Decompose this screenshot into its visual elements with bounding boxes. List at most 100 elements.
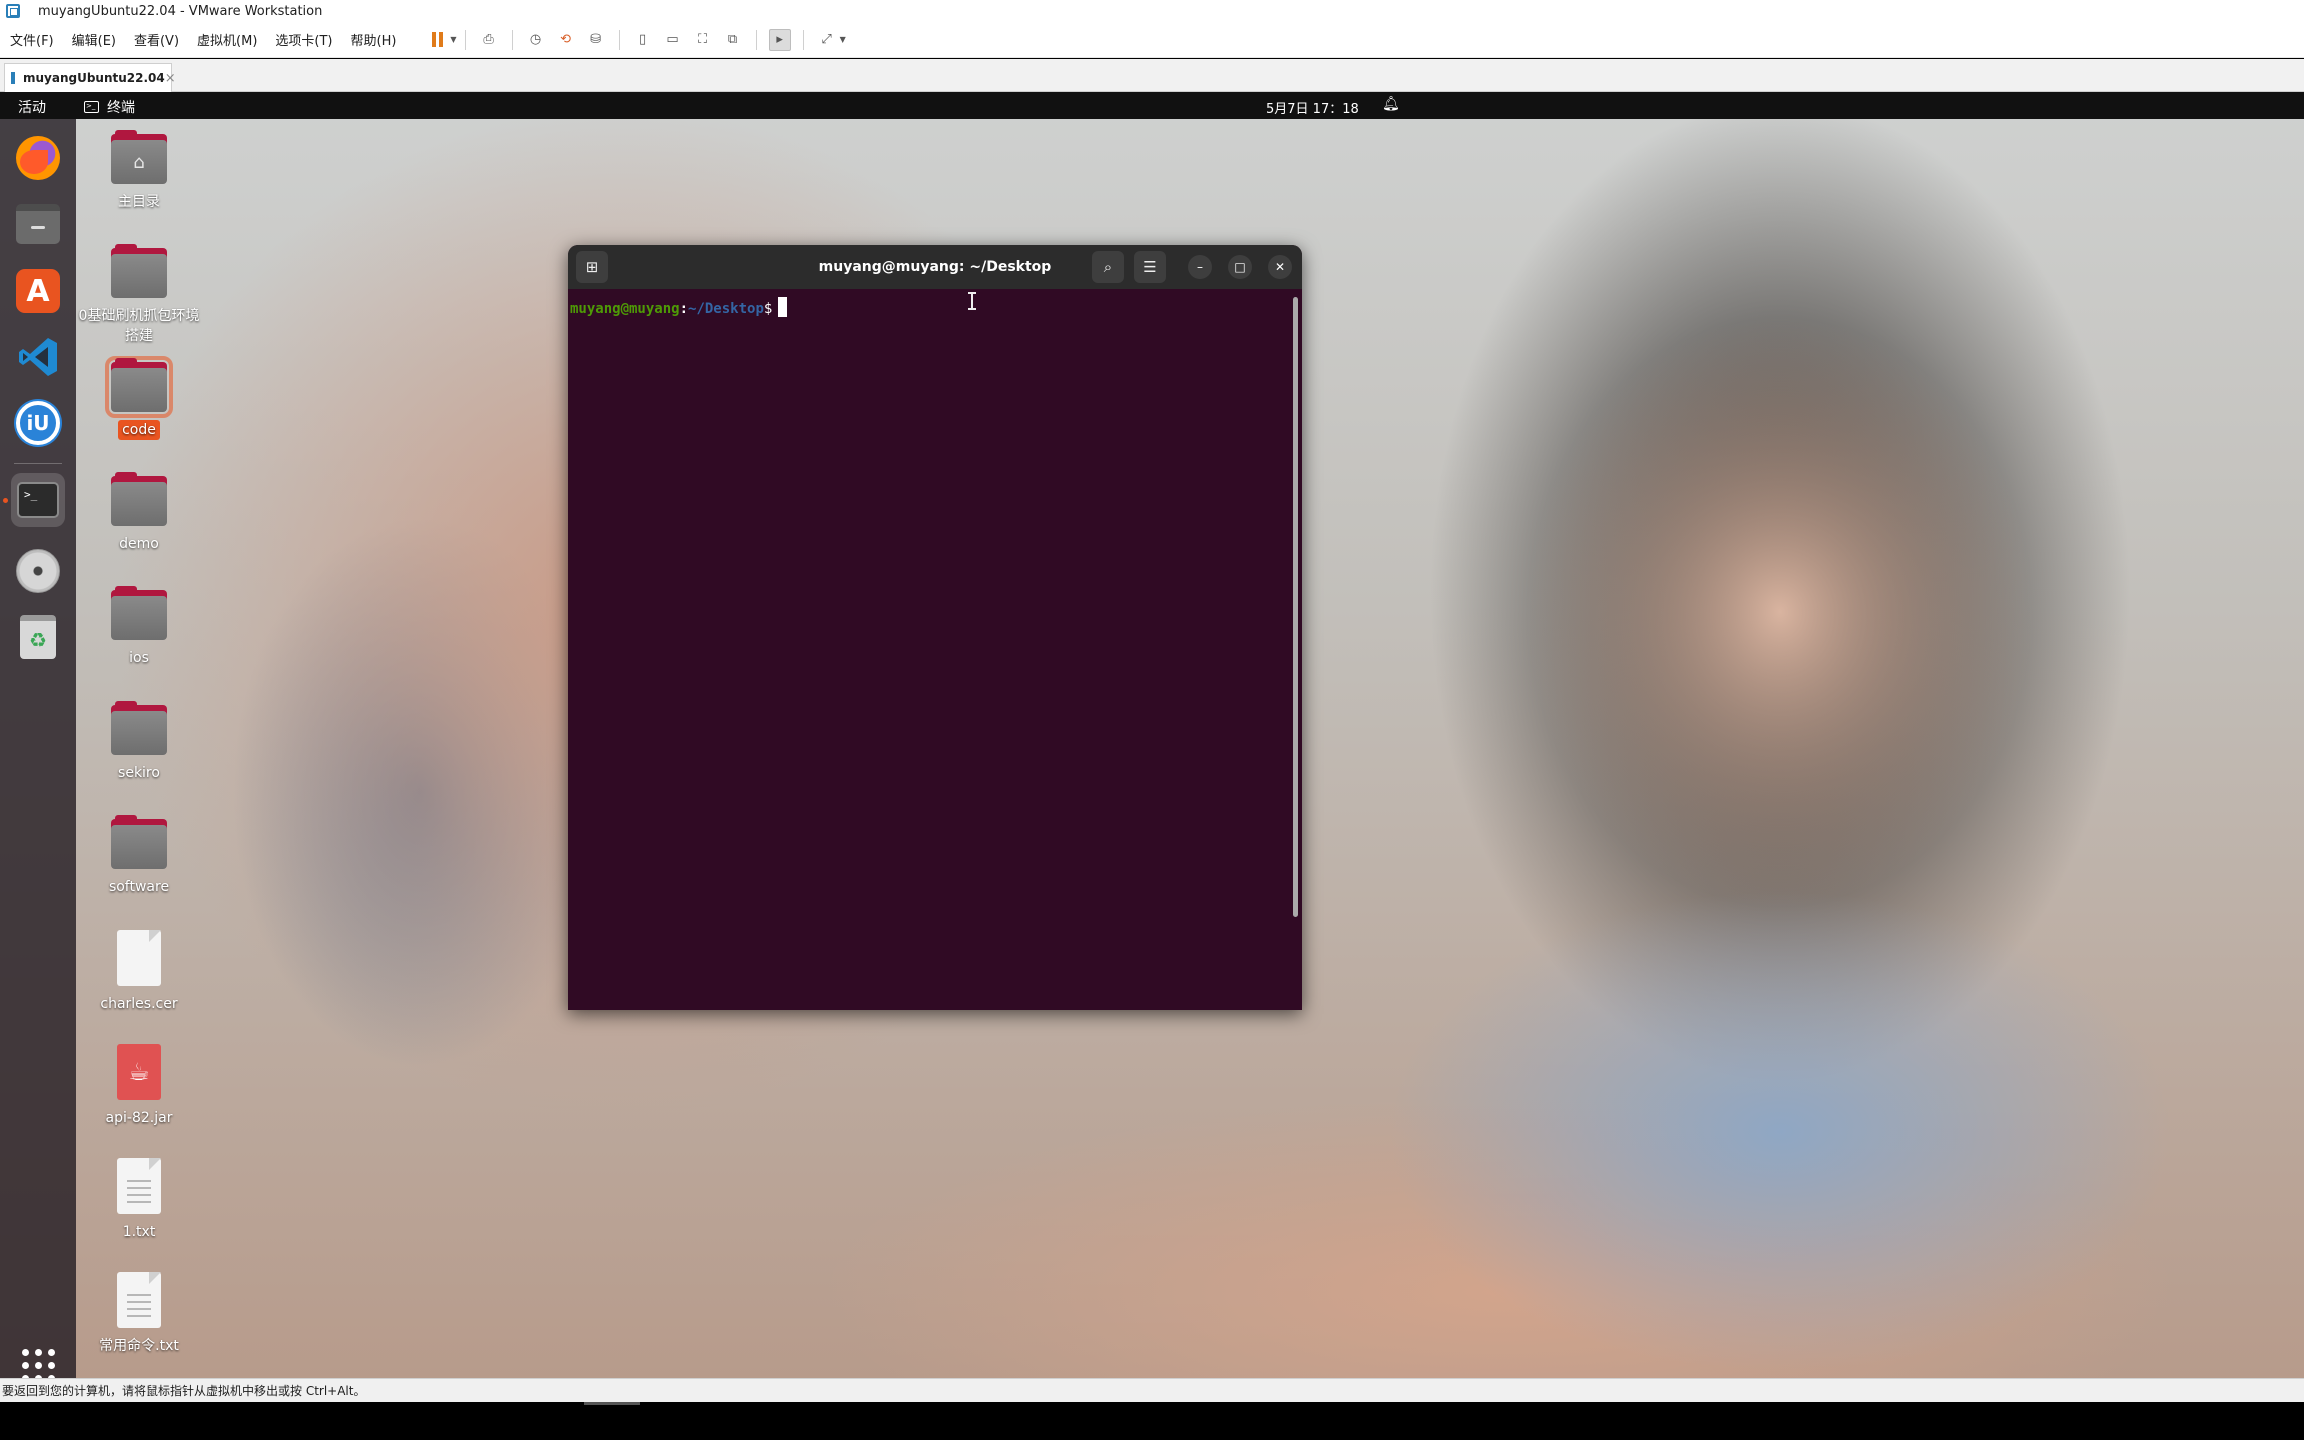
- text-cursor: [778, 297, 788, 317]
- vmware-menubar: 文件(F) 编辑(E) 查看(V) 虚拟机(M) 选项卡(T) 帮助(H) ▼ …: [0, 22, 2304, 58]
- desktop-icon-sekiro[interactable]: sekiro: [89, 701, 189, 783]
- desktop-icon-label: 0基础刷机抓包环境搭建: [78, 308, 200, 344]
- folder-icon: [111, 701, 167, 755]
- vmware-statusbar: 要返回到您的计算机，请将鼠标指针从虚拟机中移出或按 Ctrl+Alt。: [0, 1378, 2304, 1402]
- menu-file[interactable]: 文件(F): [10, 30, 54, 49]
- unity-icon[interactable]: ⧉: [722, 29, 744, 51]
- notification-bell-icon[interactable]: 🔔︎: [1382, 96, 1400, 112]
- terminal-content[interactable]: muyang@muyang:~/Desktop$: [568, 289, 1302, 1010]
- folder-icon: [111, 586, 167, 640]
- desktop-icon-demo[interactable]: demo: [89, 472, 189, 554]
- close-icon[interactable]: ✕: [1268, 255, 1292, 279]
- fullscreen-icon[interactable]: ⛶: [692, 29, 714, 51]
- desktop-icon-folder[interactable]: 0基础刷机抓包环境搭建: [79, 244, 199, 346]
- terminal-icon: >_: [84, 101, 99, 113]
- clock[interactable]: 5月7日 17：18: [1266, 98, 1359, 117]
- desktop-icon-label: ios: [129, 650, 149, 666]
- new-tab-icon[interactable]: ⊞: [576, 251, 608, 283]
- library-icon[interactable]: ▯: [632, 29, 654, 51]
- terminal-headerbar[interactable]: ⊞ muyang@muyang: ~/Desktop ⌕ ☰ – □ ✕: [568, 245, 1302, 289]
- ibeam-cursor-icon: [968, 292, 976, 310]
- intellij-idea-icon: iU: [16, 401, 60, 445]
- pause-icon[interactable]: [426, 29, 448, 51]
- terminal-scrollbar[interactable]: [1293, 297, 1298, 917]
- close-icon[interactable]: ×: [165, 71, 176, 86]
- menu-vm[interactable]: 虚拟机(M): [197, 30, 257, 49]
- status-text: 要返回到您的计算机，请将鼠标指针从虚拟机中移出或按 Ctrl+Alt。: [2, 1384, 366, 1398]
- revert-snapshot-icon[interactable]: ⟲: [555, 29, 577, 51]
- prompt-path: ~/Desktop: [688, 301, 764, 317]
- menu-tabs[interactable]: 选项卡(T): [275, 30, 332, 49]
- desktop-icon-charles-cer[interactable]: charles.cer: [89, 930, 189, 1014]
- search-icon[interactable]: ⌕: [1092, 251, 1124, 283]
- vmware-titlebar: muyangUbuntu22.04 - VMware Workstation: [0, 0, 2304, 22]
- window-title: muyangUbuntu22.04 - VMware Workstation: [38, 3, 323, 19]
- app-menu[interactable]: >_ 终端: [84, 97, 135, 117]
- pause-dropdown-icon[interactable]: ▼: [450, 35, 456, 44]
- desktop-icon-home[interactable]: ⌂ 主目录: [89, 130, 189, 212]
- terminal-icon: >_: [17, 482, 59, 518]
- maximize-icon[interactable]: □: [1228, 255, 1252, 279]
- ubuntu-software-icon: A: [16, 269, 60, 313]
- prompt-dollar: $: [763, 301, 773, 317]
- dock-files[interactable]: [11, 197, 65, 251]
- desktop-icon-label: sekiro: [118, 765, 160, 781]
- dock: A iU >_ ♻: [0, 119, 76, 1378]
- home-folder-icon: ⌂: [111, 130, 167, 184]
- guest-screen[interactable]: 活动 >_ 终端 5月7日 17：18 🔔︎ A iU >_ ♻ ⌂ 主目录 0…: [0, 92, 2304, 1378]
- snapshot-manager-icon[interactable]: ⛁: [585, 29, 607, 51]
- dock-ubuntu-software[interactable]: A: [11, 264, 65, 318]
- desktop-icon-label: 主目录: [118, 194, 160, 210]
- hamburger-menu-icon[interactable]: ☰: [1134, 251, 1166, 283]
- files-icon: [16, 204, 60, 244]
- folder-icon: [111, 472, 167, 526]
- desktop-icon-label: charles.cer: [100, 996, 178, 1012]
- snapshot-icon[interactable]: ◷: [525, 29, 547, 51]
- desktop-icon-label: 常用命令.txt: [99, 1338, 179, 1354]
- running-indicator: [3, 498, 8, 503]
- stretch-dropdown-icon[interactable]: ▼: [840, 35, 846, 44]
- vm-tab-icon: [11, 72, 15, 84]
- trash-icon: ♻: [20, 615, 56, 659]
- dock-terminal[interactable]: >_: [11, 473, 65, 527]
- thumbnail-icon[interactable]: ▭: [662, 29, 684, 51]
- vm-tab-label: muyangUbuntu22.04: [23, 71, 165, 85]
- text-file-icon: [117, 1272, 161, 1328]
- desktop-icon-api-jar[interactable]: ☕︎ api-82.jar: [89, 1044, 189, 1128]
- dock-intellij[interactable]: iU: [11, 396, 65, 450]
- desktop-icon-label: api-82.jar: [105, 1110, 173, 1126]
- menu: 文件(F) 编辑(E) 查看(V) 虚拟机(M) 选项卡(T) 帮助(H): [10, 30, 414, 49]
- menu-view[interactable]: 查看(V): [134, 30, 179, 49]
- text-file-icon: [117, 1158, 161, 1214]
- dock-dvd[interactable]: [11, 544, 65, 598]
- dock-vscode[interactable]: [11, 330, 65, 384]
- stretch-icon[interactable]: ⤢: [816, 29, 838, 51]
- dock-trash[interactable]: ♻: [11, 610, 65, 664]
- vm-tab[interactable]: muyangUbuntu22.04 ×: [4, 63, 176, 92]
- prompt-user: muyang@muyang: [570, 301, 680, 317]
- desktop-icon-ios[interactable]: ios: [89, 586, 189, 668]
- show-applications-icon[interactable]: [22, 1349, 56, 1378]
- vmware-tabbar: muyangUbuntu22.04 ×: [0, 59, 2304, 92]
- minimize-icon[interactable]: –: [1188, 255, 1212, 279]
- menu-help[interactable]: 帮助(H): [351, 30, 397, 49]
- vscode-icon: [16, 335, 60, 379]
- prompt-colon: :: [679, 301, 689, 317]
- folder-icon: [111, 244, 167, 298]
- app-menu-label: 终端: [107, 100, 135, 116]
- menu-edit[interactable]: 编辑(E): [72, 30, 116, 49]
- desktop-icon-code[interactable]: code: [89, 356, 189, 440]
- terminal-window[interactable]: ⊞ muyang@muyang: ~/Desktop ⌕ ☰ – □ ✕ muy…: [568, 245, 1302, 1010]
- dvd-drive-icon: [16, 549, 60, 593]
- desktop-icon-commands-txt[interactable]: 常用命令.txt: [89, 1272, 189, 1356]
- activities-button[interactable]: 活动: [18, 97, 46, 117]
- desktop-icon-software[interactable]: software: [89, 815, 189, 897]
- vmware-app-icon: [6, 4, 20, 18]
- file-icon: [117, 930, 161, 986]
- desktop-icon-label: code: [118, 420, 160, 440]
- send-ctrl-alt-del-icon[interactable]: ⎙: [478, 29, 500, 51]
- desktop-icon-1-txt[interactable]: 1.txt: [89, 1158, 189, 1242]
- folder-icon: [111, 815, 167, 869]
- console-icon[interactable]: ▸: [768, 28, 791, 51]
- dock-firefox[interactable]: [11, 131, 65, 185]
